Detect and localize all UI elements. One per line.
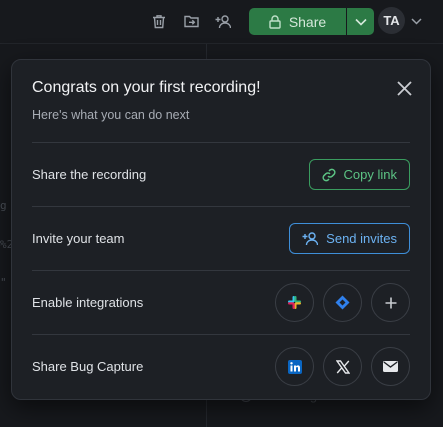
trash-icon[interactable]: [151, 13, 167, 29]
share-bug-capture-row: Share Bug Capture: [32, 334, 410, 398]
top-toolbar: Share TA: [0, 0, 443, 43]
copy-link-button[interactable]: Copy link: [308, 159, 410, 190]
slack-icon: [288, 296, 301, 309]
email-share-button[interactable]: [371, 347, 410, 386]
chevron-down-icon[interactable]: [409, 14, 423, 28]
invite-team-label: Invite your team: [32, 231, 125, 246]
avatar[interactable]: TA: [378, 7, 405, 34]
copy-link-label: Copy link: [343, 167, 397, 182]
jira-button[interactable]: [323, 283, 362, 322]
plus-icon: [385, 297, 396, 308]
lock-icon: [269, 14, 281, 29]
x-share-button[interactable]: [323, 347, 362, 386]
jira-icon: [335, 295, 350, 310]
share-bug-capture-label: Share Bug Capture: [32, 359, 144, 374]
add-integration-button[interactable]: [371, 283, 410, 322]
linkedin-icon: [287, 359, 302, 374]
share-options-button[interactable]: [347, 8, 374, 35]
toolbar-divider: [0, 43, 443, 44]
onboarding-modal: Congrats on your first recording! Here's…: [11, 59, 431, 400]
invite-team-row: Invite your team Send invites: [32, 206, 410, 270]
close-button[interactable]: [393, 77, 415, 99]
close-icon: [396, 80, 412, 96]
link-icon: [322, 168, 336, 181]
mail-icon: [383, 361, 398, 372]
share-recording-row: Share the recording Copy link: [32, 142, 410, 206]
send-invites-button[interactable]: Send invites: [289, 223, 410, 254]
x-icon: [335, 359, 350, 374]
chevron-down-icon: [354, 18, 367, 26]
modal-title: Congrats on your first recording!: [32, 79, 261, 96]
share-recording-label: Share the recording: [32, 167, 147, 182]
add-person-icon[interactable]: [215, 13, 231, 29]
send-invites-label: Send invites: [326, 231, 397, 246]
add-person-icon: [302, 232, 319, 246]
share-button-label: Share: [288, 13, 327, 30]
folder-move-icon[interactable]: [183, 13, 199, 29]
integrations-label: Enable integrations: [32, 295, 144, 310]
integrations-row: Enable integrations: [32, 270, 410, 334]
integration-buttons: [275, 283, 410, 322]
linkedin-share-button[interactable]: [275, 347, 314, 386]
slack-button[interactable]: [275, 283, 314, 322]
social-share-buttons: [275, 347, 410, 386]
share-button[interactable]: Share: [249, 8, 346, 35]
background-text: g: [0, 199, 7, 212]
modal-subtitle: Here's what you can do next: [32, 108, 190, 122]
